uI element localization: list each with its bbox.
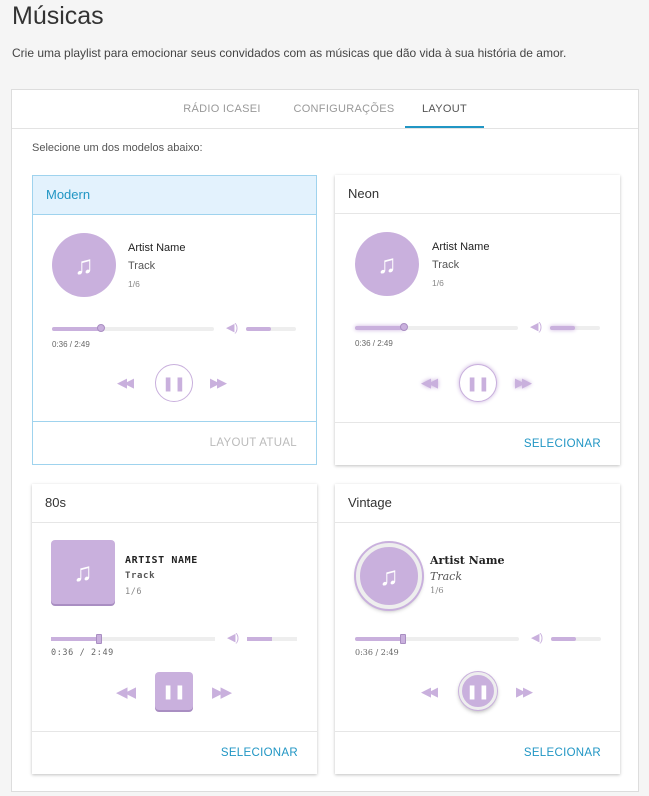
volume-fill — [551, 637, 576, 641]
volume-icon[interactable]: ◀) — [227, 631, 239, 644]
volume-bar[interactable] — [247, 637, 297, 641]
track-name: Track — [125, 571, 156, 581]
time-display: 0:36 / 2:49 — [52, 340, 90, 349]
music-note-icon: ♫ — [377, 249, 397, 279]
card-title: Modern — [33, 176, 316, 215]
progress-fill — [52, 327, 101, 331]
layout-card-vintage[interactable]: Vintage ♫ Artist Name Track 1/6 ◀) 0:36 … — [335, 484, 620, 774]
progress-bar[interactable] — [355, 634, 519, 644]
volume-icon[interactable]: ◀) — [531, 631, 543, 644]
track-count: 1/6 — [432, 278, 444, 288]
music-panel: RÁDIO ICASEI CONFIGURAÇÕES LAYOUT Seleci… — [11, 89, 639, 792]
instructions: Selecione um dos modelos abaixo: — [32, 142, 203, 154]
select-button[interactable]: SELECIONAR — [221, 732, 298, 774]
pause-icon: ❚❚ — [466, 682, 490, 699]
fast-forward-icon[interactable]: ▶▶ — [212, 685, 232, 700]
time-display: 0:36 / 2:49 — [355, 648, 399, 657]
artist-name: Artist Name — [128, 242, 186, 254]
pause-button[interactable]: ❚❚ — [155, 364, 193, 402]
volume-bar[interactable] — [246, 327, 296, 331]
volume-icon[interactable]: ◀) — [530, 320, 542, 333]
card-title: Vintage — [335, 484, 620, 523]
progress-fill — [51, 637, 101, 641]
progress-fill — [355, 637, 405, 641]
layout-card-80s[interactable]: 80s ♫ ARTIST NAME Track 1/6 ◀) 0:36 / 2:… — [32, 484, 317, 774]
progress-knob[interactable] — [96, 324, 105, 332]
progress-bar[interactable] — [51, 634, 215, 644]
select-button[interactable]: SELECIONAR — [524, 732, 601, 774]
volume-icon[interactable]: ◀) — [226, 321, 238, 334]
track-count: 1/6 — [430, 586, 444, 596]
card-footer: SELECIONAR — [335, 731, 620, 774]
album-cover: ♫ — [355, 232, 419, 296]
music-note-icon: ♫ — [379, 561, 399, 591]
card-footer: LAYOUT ATUAL — [33, 421, 316, 464]
pause-icon: ❚❚ — [162, 682, 186, 699]
page-title: Músicas — [12, 2, 104, 30]
rewind-icon[interactable]: ◀◀ — [421, 376, 438, 389]
volume-fill — [246, 327, 271, 331]
album-cover: ♫ — [51, 540, 115, 604]
time-display: 0:36 / 2:49 — [355, 339, 393, 348]
artist-name: Artist Name — [432, 241, 490, 253]
tab-radio-icasei[interactable]: RÁDIO ICASEI — [172, 90, 272, 128]
progress-bar[interactable] — [355, 323, 518, 331]
layout-card-neon[interactable]: Neon ♫ Artist Name Track 1/6 ◀) 0:36 / 2… — [335, 175, 620, 465]
track-name: Track — [432, 259, 460, 271]
pause-icon: ❚❚ — [466, 374, 490, 391]
progress-knob[interactable] — [399, 323, 408, 331]
progress-bar[interactable] — [52, 324, 214, 332]
fast-forward-icon[interactable]: ▶▶ — [515, 376, 532, 389]
album-cover: ♫ — [356, 543, 422, 609]
track-count: 1/6 — [128, 279, 140, 289]
track-name: Track — [430, 570, 462, 583]
volume-bar[interactable] — [550, 326, 600, 330]
music-note-icon: ♫ — [73, 557, 93, 587]
volume-bar[interactable] — [551, 637, 601, 641]
track-count: 1/6 — [125, 587, 143, 597]
card-footer: SELECIONAR — [32, 731, 317, 774]
volume-fill — [247, 637, 272, 641]
tab-bar: RÁDIO ICASEI CONFIGURAÇÕES LAYOUT — [12, 90, 638, 129]
rewind-icon[interactable]: ◀◀ — [117, 376, 134, 389]
volume-fill — [550, 326, 575, 330]
card-title: 80s — [32, 484, 317, 523]
select-button[interactable]: SELECIONAR — [524, 423, 601, 465]
pause-icon: ❚❚ — [162, 374, 186, 391]
tab-configuracoes[interactable]: CONFIGURAÇÕES — [284, 90, 404, 128]
rewind-icon[interactable]: ◀◀ — [421, 685, 438, 698]
artist-name: Artist Name — [430, 554, 505, 567]
progress-knob[interactable] — [96, 634, 103, 644]
album-cover: ♫ — [52, 233, 116, 297]
layout-card-modern[interactable]: Modern ♫ Artist Name Track 1/6 ◀) 0:36 /… — [32, 175, 317, 465]
time-display: 0:36 / 2:49 — [51, 648, 114, 658]
artist-name: ARTIST NAME — [125, 555, 198, 566]
track-name: Track — [128, 260, 156, 272]
card-footer: SELECIONAR — [335, 422, 620, 465]
tab-layout[interactable]: LAYOUT — [405, 90, 484, 128]
pause-button[interactable]: ❚❚ — [155, 672, 193, 710]
progress-fill — [355, 326, 404, 330]
music-note-icon: ♫ — [74, 250, 94, 280]
current-layout-label: LAYOUT ATUAL — [209, 437, 297, 449]
page-subtitle: Crie uma playlist para emocionar seus co… — [12, 46, 567, 60]
rewind-icon[interactable]: ◀◀ — [116, 685, 136, 700]
card-title: Neon — [335, 175, 620, 214]
pause-button[interactable]: ❚❚ — [459, 672, 497, 710]
pause-button[interactable]: ❚❚ — [459, 364, 497, 402]
progress-knob[interactable] — [400, 634, 407, 644]
fast-forward-icon[interactable]: ▶▶ — [210, 376, 227, 389]
fast-forward-icon[interactable]: ▶▶ — [516, 685, 533, 698]
